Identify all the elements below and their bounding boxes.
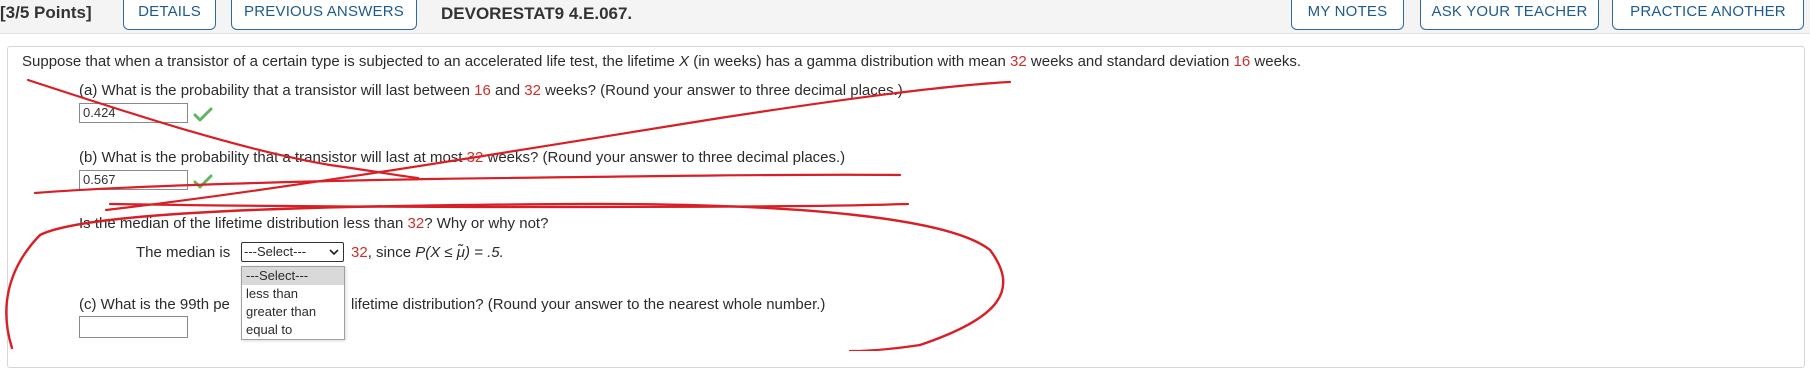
correct-check-icon (193, 174, 213, 189)
select-option[interactable]: equal to (242, 321, 344, 339)
median-select-dropdown: ---Select--- less than greater than equa… (241, 266, 345, 340)
part-a-question: (a) What is the probability that a trans… (79, 82, 903, 99)
question-id: DEVORESTAT9 4.E.067. (441, 4, 633, 23)
part-b-answer-input[interactable]: 0.567 (79, 170, 188, 190)
part-c-question-start: (c) What is the 99th pe (79, 296, 230, 313)
practice-another-button[interactable]: PRACTICE ANOTHER (1612, 0, 1804, 30)
select-value: ---Select--- (244, 244, 307, 259)
ask-teacher-button[interactable]: ASK YOUR TEACHER (1420, 0, 1599, 30)
question-header: [3/5 Points] DETAILS PREVIOUS ANSWERS DE… (0, 0, 1810, 34)
chevron-down-icon (329, 249, 339, 256)
correct-check-icon (193, 107, 213, 122)
part-c-answer-input[interactable] (79, 316, 188, 338)
part-c-question-end: lifetime distribution? (Round your answe… (351, 296, 826, 313)
median-comparison-select[interactable]: ---Select--- (241, 242, 344, 262)
part-b-question: (b) What is the probability that a trans… (79, 149, 846, 166)
details-button[interactable]: DETAILS (123, 0, 216, 30)
my-notes-button[interactable]: MY NOTES (1291, 0, 1404, 30)
previous-answers-button[interactable]: PREVIOUS ANSWERS (231, 0, 417, 30)
part-a-answer-input[interactable]: 0.424 (79, 103, 188, 123)
select-option[interactable]: less than (242, 285, 344, 303)
select-option[interactable]: greater than (242, 303, 344, 321)
median-question: Is the median of the lifetime distributi… (79, 215, 549, 232)
points-label: [3/5 Points] (0, 3, 92, 22)
problem-statement: Suppose that when a transistor of a cert… (22, 53, 1302, 70)
select-option[interactable]: ---Select--- (242, 267, 344, 285)
median-reason: 32, since P(X ≤ μ̃) = .5. (351, 244, 504, 261)
median-label: The median is (136, 244, 231, 261)
